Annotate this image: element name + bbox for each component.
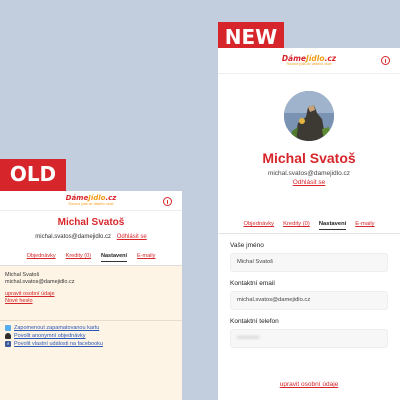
email-label: Kontaktní email [230, 280, 275, 287]
privacy-options: Zapomenout zapamatovanou kartu Povolit a… [0, 320, 182, 400]
logo-text-suffix: .cz [105, 193, 117, 202]
edit-personal-link[interactable]: upravit osobní údaje [5, 291, 177, 298]
damejidlo-logo[interactable]: DámeJídlo.cz Rozvoz jídla do Vašeho okol… [65, 193, 117, 207]
old-badge: OLD [0, 159, 66, 191]
phone-field-group: Kontaktní telefon ••••••••••• [218, 318, 400, 348]
list-item[interactable]: Zapomenout zapamatovanou kartu [5, 325, 177, 331]
logo-text-main: Dáme [65, 193, 89, 202]
name-label: Vaše jméno [230, 242, 264, 249]
phone-field[interactable]: ••••••••••• [230, 329, 388, 348]
user-email: michal.svatos@damejidlo.cz [267, 170, 351, 177]
logo-text-accent: Jídlo [88, 193, 106, 202]
tab-orders[interactable]: Objednávky [27, 253, 56, 262]
twitter-icon [5, 325, 11, 331]
tab-settings[interactable]: Nastavení [101, 253, 128, 262]
detail-email: michal.svatos@damejidlo.cz [5, 279, 75, 285]
settings-panel: Michal Svatoš michal.svatos@damejidlo.cz… [0, 266, 182, 320]
account-tabs: Objednávky Kredity (0) Nastavení E-maily [0, 253, 182, 266]
old-screen: DámeJídlo.cz Rozvoz jídla do Vašeho okol… [0, 191, 182, 400]
logout-link[interactable]: Odhlásit se [117, 234, 147, 240]
phone-label: Kontaktní telefon [230, 318, 279, 325]
tab-emails[interactable]: E-maily [137, 253, 155, 262]
user-menu-icon[interactable] [381, 56, 390, 65]
tab-orders[interactable]: Objednávky [243, 221, 274, 230]
list-item[interactable]: f Povolit vlastní události na facebooku [5, 341, 177, 347]
email-field[interactable]: michal.svatos@damejidlo.cz [230, 291, 388, 310]
anonymous-orders-link[interactable]: Povolit anonymní objednávky [14, 333, 86, 339]
edit-personal-link[interactable]: upravit osobní údaje [218, 381, 400, 388]
user-email-row: michal.svatos@damejidlo.cz Odhlásit se [0, 234, 182, 240]
logout-link[interactable]: Odhlásit se [218, 179, 400, 186]
tab-credits[interactable]: Kredity (0) [283, 221, 310, 230]
new-password-link[interactable]: Nové heslo [5, 298, 177, 305]
app-header: DámeJídlo.cz Rozvoz jídla do Vašeho okol… [0, 191, 182, 211]
damejidlo-logo[interactable]: DámeJídlo.cz Rozvoz jídla do Vašeho okol… [282, 54, 336, 67]
facebook-icon: f [5, 341, 11, 347]
user-name: Michal Svatoš [57, 217, 125, 228]
name-field[interactable]: Michal Svatoš [230, 253, 388, 272]
avatar[interactable] [284, 91, 334, 141]
forget-card-link[interactable]: Zapomenout zapamatovanou kartu [14, 325, 99, 331]
account-tabs: Objednávky Kredity (0) Nastavení E-maily [218, 221, 400, 234]
email-field-group: Kontaktní email michal.svatos@damejidlo.… [218, 280, 400, 310]
user-email: michal.svatos@damejidlo.cz [35, 234, 112, 240]
logo-slogan: Rozvoz jídla do Vašeho okolí [68, 201, 114, 206]
tab-emails[interactable]: E-maily [355, 221, 374, 230]
list-item[interactable]: Povolit anonymní objednávky [5, 333, 177, 339]
user-name: Michal Svatoš [262, 150, 356, 166]
person-icon [5, 333, 11, 339]
app-header: DámeJídlo.cz Rozvoz jídla do Vašeho okol… [218, 48, 400, 74]
tab-credits[interactable]: Kredity (0) [66, 253, 91, 262]
logo-slogan: Rozvoz jídla do Vašeho okolí [286, 62, 332, 66]
name-field-group: Vaše jméno Michal Svatoš [218, 242, 400, 272]
detail-name: Michal Svatoš [5, 272, 40, 278]
facebook-events-link[interactable]: Povolit vlastní události na facebooku [14, 341, 103, 347]
new-screen: DámeJídlo.cz Rozvoz jídla do Vašeho okol… [218, 48, 400, 400]
tab-settings[interactable]: Nastavení [318, 221, 347, 230]
user-menu-icon[interactable] [163, 197, 172, 206]
